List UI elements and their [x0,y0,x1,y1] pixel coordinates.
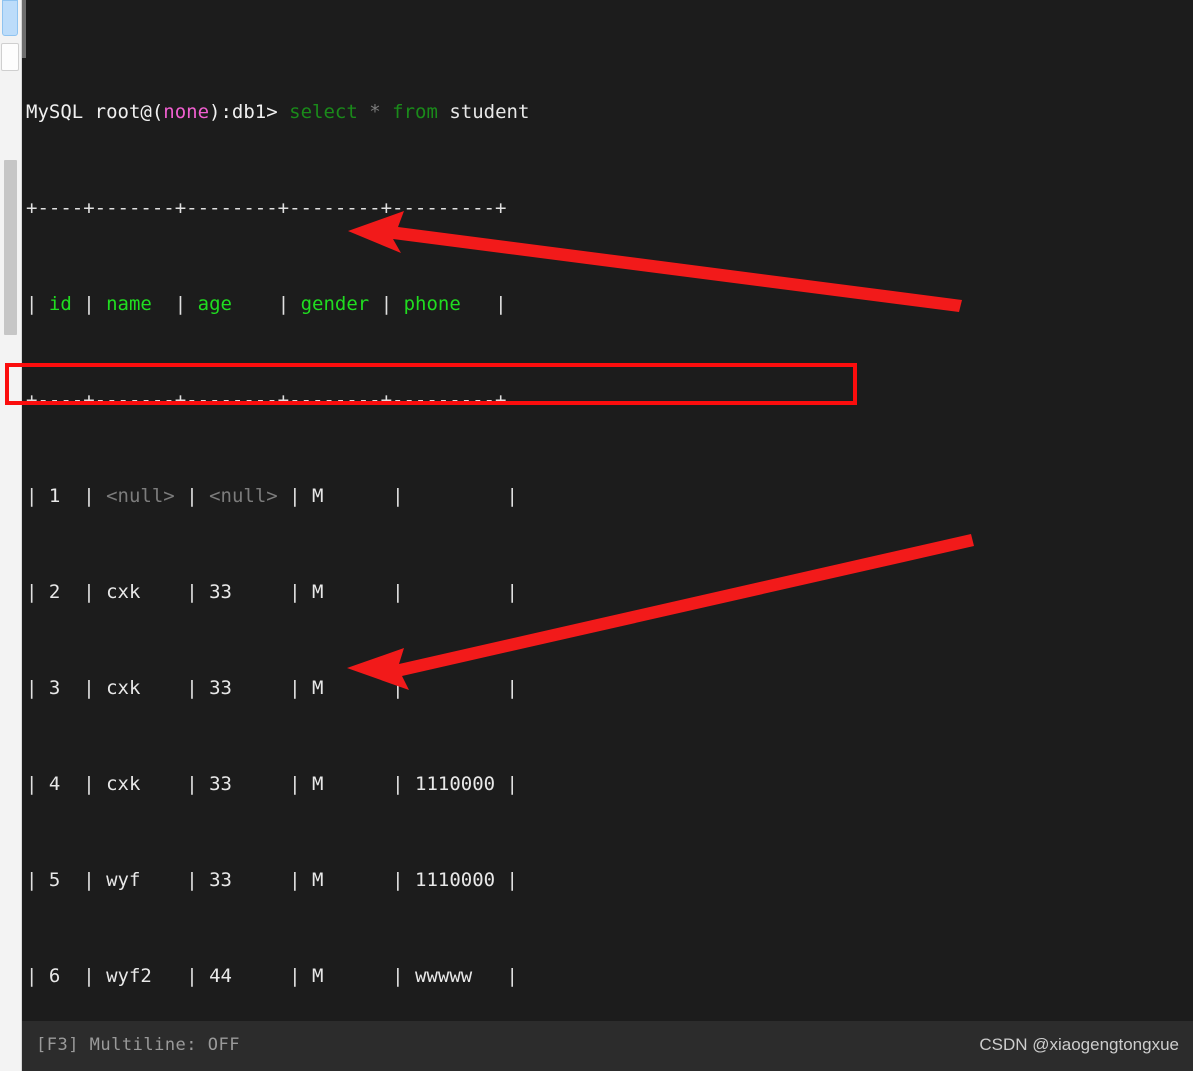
sql-keyword-from: from [392,101,438,123]
cell-age: 33 [209,773,232,795]
cell-age: 33 [209,677,232,699]
cell-name: cxk [106,677,141,699]
terminal-output: MySQL root@(none):db1> select * from stu… [26,4,1193,1071]
table-row: | 2 | cxk | 33 | M | | [26,581,518,603]
host-chrome-strip [0,0,22,1071]
table-row: | 6 | wyf2 | 44 | M | wwwww | [26,965,518,987]
prompt-suffix: ):db1> [209,101,290,123]
cell-age: 33 [209,581,232,603]
cell-age: 33 [209,869,232,891]
cell-name: cxk [106,773,141,795]
cell-phone: 1110000 [415,869,496,891]
sql-table-name: student [449,101,530,123]
table1-rule-mid: +----+-------+--------+--------+--------… [26,389,507,411]
cell-gender: M [312,965,324,987]
prompt-db: none [163,101,210,123]
table1-header-gender: gender [300,293,370,315]
cell-name: wyf2 [106,965,152,987]
status-bar: [F3] Multiline: OFF CSDN @xiaogengtongxu… [22,1020,1193,1071]
cell-gender: M [312,677,324,699]
table1-header-id: id [48,293,72,315]
cell-name: <null> [106,485,175,507]
prompt-line-1: MySQL root@(none):db1> select * from stu… [26,100,1193,124]
cell-id: 3 [48,677,61,699]
host-scrollbar-track[interactable] [1,78,19,1071]
cell-id: 5 [48,869,61,891]
cell-gender: M [312,485,324,507]
table-row: | 1 | <null> | <null> | M | | [26,485,518,507]
table-row: | 3 | cxk | 33 | M | | [26,677,518,699]
terminal-window[interactable]: MySQL root@(none):db1> select * from stu… [22,0,1193,1071]
cell-gender: M [312,581,324,603]
table1-header-age: age [197,293,232,315]
cell-gender: M [312,869,324,891]
cell-name: cxk [106,581,141,603]
host-dropdown-button[interactable] [1,43,19,101]
table1-rule-top: +----+-------+--------+--------+--------… [26,197,507,219]
table-row: | 4 | cxk | 33 | M | 1110000 | [26,773,518,795]
cell-age: <null> [209,485,278,507]
cell-phone: 1110000 [415,773,496,795]
prompt-prefix: MySQL root@( [26,101,164,123]
table1-header-row: | id | name | age | gender | phone | [26,293,507,315]
cell-phone: wwwww [415,965,473,987]
table-row: | 5 | wyf | 33 | M | 1110000 | [26,869,518,891]
sql-star: * [369,101,381,123]
table1-header-name: name [106,293,152,315]
status-multiline-toggle[interactable]: [F3] Multiline: OFF [36,1035,240,1055]
watermark: CSDN @xiaogengtongxue [979,1035,1179,1054]
host-scrollbar-thumb[interactable] [4,160,17,335]
cell-id: 6 [48,965,61,987]
cell-id: 2 [48,581,61,603]
cell-id: 4 [48,773,61,795]
cell-age: 44 [209,965,232,987]
host-selected-tab-indicator[interactable] [2,0,18,36]
cell-gender: M [312,773,324,795]
cell-id: 1 [48,485,61,507]
table1-header-phone: phone [403,293,461,315]
sql-keyword-select: select [289,101,358,123]
cell-name: wyf [106,869,141,891]
screenshot-root: MySQL root@(none):db1> select * from stu… [0,0,1193,1071]
